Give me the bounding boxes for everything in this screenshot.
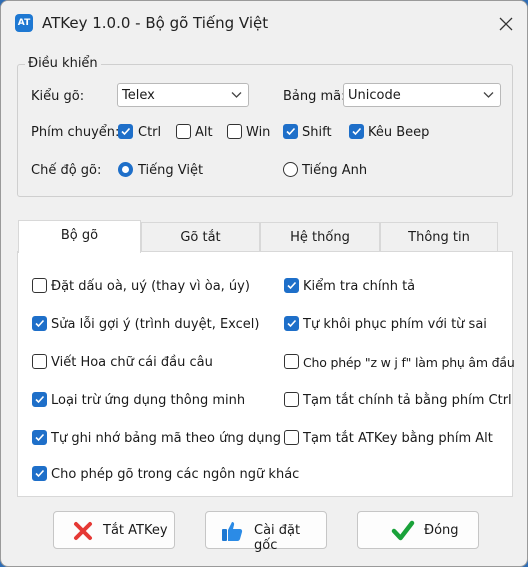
option-label: Loại trừ ứng dụng thông minh [51,393,246,408]
hotkey-ctrl-label: Ctrl [138,125,162,140]
checkmark-icon [352,127,362,136]
charset-value: Unicode [348,88,401,103]
restore-defaults-label: Cài đặt gốc [254,523,301,553]
tab-bo-go[interactable]: Bộ gõ [18,220,141,253]
option-label: Viết Hoa chữ cái đầu câu [51,355,213,370]
option-label: Kiểm tra chính tả [303,279,416,294]
input-method-value: Telex [122,88,155,103]
option-label: Sửa lỗi gợi ý (trình duyệt, Excel) [51,317,260,332]
checkmark-icon [35,395,45,404]
tab-go-tat[interactable]: Gõ tắt [141,222,260,252]
option-checkbox[interactable] [284,392,299,407]
option-label: Đặt dấu oà, uý (thay vì òa, úy) [51,279,250,294]
thumbs-up-icon [222,522,243,541]
option-checkbox[interactable] [32,466,47,481]
checkmark-icon [35,319,45,328]
option-label: Cho phép "z w j f" làm phụ âm đầu [303,355,515,370]
hotkey-ctrl-checkbox[interactable] [118,124,133,139]
option-checkbox[interactable] [32,354,47,369]
mode-vietnamese-radio[interactable] [118,162,133,177]
option-checkbox[interactable] [284,316,299,331]
option-label: Cho phép gõ trong các ngôn ngữ khác [51,467,300,482]
option-checkbox[interactable] [284,278,299,293]
option-checkbox[interactable] [284,430,299,445]
option-checkbox[interactable] [32,316,47,331]
tab-thong-tin[interactable]: Thông tin [380,222,498,252]
input-method-label: Kiểu gõ: [31,89,85,104]
disable-atkey-button[interactable]: Tắt ATKey [53,511,175,549]
chevron-down-icon [483,92,494,98]
beep-label: Kêu Beep [368,125,430,140]
hotkey-label: Phím chuyển: [31,125,120,140]
main-window: AT ATKey 1.0.0 - Bộ gõ Tiếng Việt Điều k… [0,0,528,567]
hotkey-win-checkbox[interactable] [227,124,242,139]
checkmark-icon [286,127,296,136]
window-close-button[interactable] [489,9,523,39]
restore-defaults-button[interactable]: Cài đặt gốc [205,511,327,553]
close-icon [499,17,513,31]
controls-group-label: Điều khiển [25,56,101,71]
app-logo-icon: AT [15,14,33,32]
close-dialog-label: Đóng [424,523,459,538]
checkmark-icon [121,127,131,136]
hotkey-win-label: Win [246,125,271,140]
window-title: ATKey 1.0.0 - Bộ gõ Tiếng Việt [42,14,269,32]
input-method-select[interactable]: Telex [117,83,249,107]
hotkey-shift-checkbox[interactable] [283,124,298,139]
checkmark-icon [35,433,45,442]
mode-label: Chế độ gõ: [31,163,102,178]
title-bar[interactable]: AT ATKey 1.0.0 - Bộ gõ Tiếng Việt [1,1,527,45]
charset-select[interactable]: Unicode [343,83,501,107]
hotkey-alt-checkbox[interactable] [176,124,191,139]
red-x-icon [74,522,92,540]
checkmark-icon [287,319,297,328]
option-checkbox[interactable] [32,278,47,293]
close-dialog-button[interactable]: Đóng [357,511,479,549]
chevron-down-icon [231,92,242,98]
option-checkbox[interactable] [284,354,299,369]
checkmark-icon [287,281,297,290]
option-label: Tự khôi phục phím với từ sai [303,317,487,332]
mode-english-radio[interactable] [283,162,298,177]
tab-he-thong[interactable]: Hệ thống [260,222,380,252]
hotkey-shift-label: Shift [302,125,332,140]
option-checkbox[interactable] [32,430,47,445]
option-label: Tự ghi nhớ bảng mã theo ứng dụng [51,431,281,446]
option-label: Tạm tắt ATKey bằng phím Alt [303,431,493,446]
option-label: Tạm tắt chính tả bằng phím Ctrl [303,393,512,408]
mode-english-label: Tiếng Anh [302,163,368,178]
beep-checkbox[interactable] [349,124,364,139]
mode-vietnamese-label: Tiếng Việt [138,163,204,178]
hotkey-alt-label: Alt [195,125,213,140]
green-check-icon [391,520,415,541]
disable-atkey-label: Tắt ATKey [103,523,168,538]
option-checkbox[interactable] [32,392,47,407]
charset-label: Bảng mã: [283,89,346,104]
checkmark-icon [35,469,45,478]
